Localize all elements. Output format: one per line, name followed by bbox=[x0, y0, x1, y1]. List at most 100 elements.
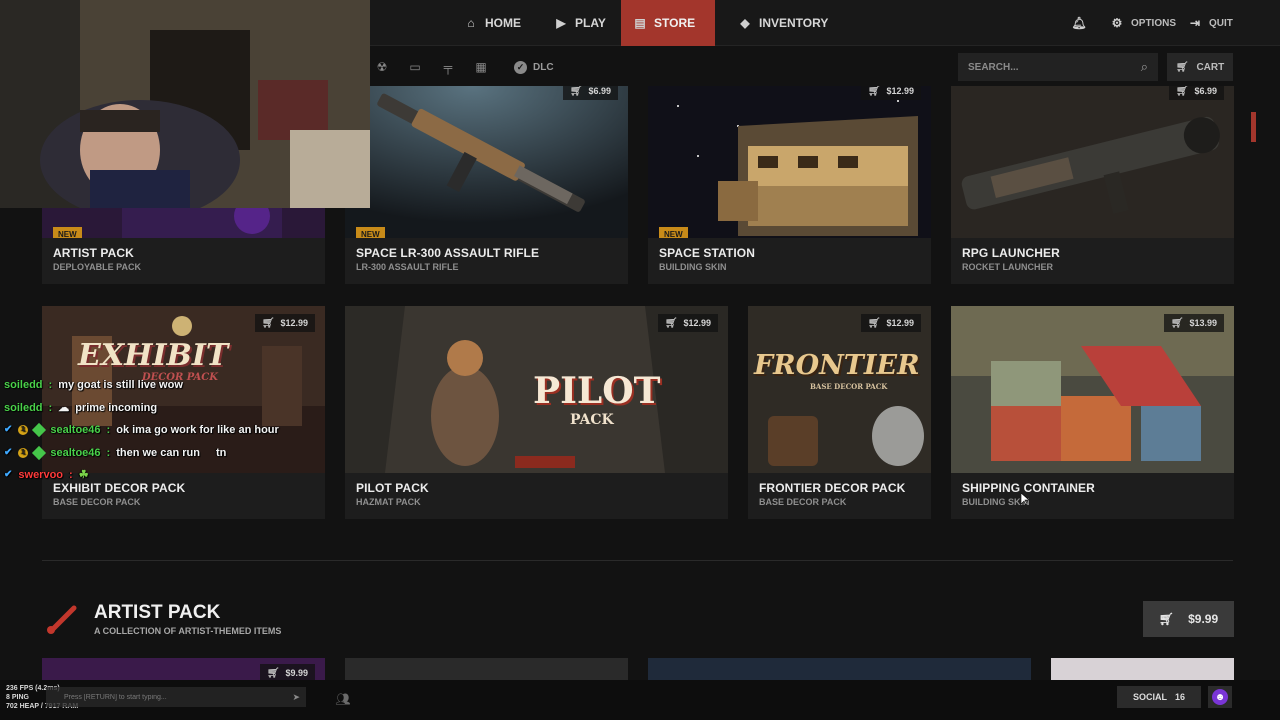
item-subtitle: BASE DECOR PACK bbox=[53, 497, 141, 507]
cart-icon: 🛒︎ bbox=[266, 667, 280, 679]
art-logo-text: EXHIBIT bbox=[78, 338, 229, 373]
emote-icon: ☁ bbox=[58, 401, 70, 414]
filter-box-icon[interactable]: ▭ bbox=[402, 56, 428, 78]
price-tag: 🛒︎ $12.99 bbox=[860, 86, 921, 100]
item-subtitle: LR-300 ASSAULT RIFLE bbox=[356, 262, 459, 272]
cart-icon: 🛒︎ bbox=[1158, 612, 1175, 626]
chat-message: ✔ 1 sealtoe46: ok ima go work for like a… bbox=[4, 419, 279, 442]
chat-username: sealtoe46 bbox=[50, 446, 101, 459]
buy-pack-button[interactable]: 🛒︎ $9.99 bbox=[1143, 601, 1234, 637]
buy-price: $9.99 bbox=[1188, 612, 1219, 626]
chat-username: swervoo bbox=[18, 469, 64, 481]
art-logo-text: PILOT bbox=[533, 370, 661, 412]
store-item-card[interactable] bbox=[648, 658, 1031, 680]
price-tag: 🛒︎ $6.99 bbox=[1168, 86, 1224, 100]
gem-badge-icon bbox=[32, 445, 47, 460]
nav-home-label: HOME bbox=[485, 16, 521, 30]
dlc-label: DLC bbox=[533, 61, 554, 73]
price-value: $12.99 bbox=[886, 86, 914, 96]
section-title: ARTIST PACK bbox=[94, 602, 221, 623]
chat-text: prime incoming bbox=[75, 401, 158, 414]
webcam-overlay bbox=[0, 0, 370, 208]
price-value: $6.99 bbox=[588, 86, 611, 96]
nav-play-label: PLAY bbox=[575, 16, 606, 30]
price-tag: 🛒︎ $13.99 bbox=[1163, 314, 1224, 332]
console-box: ➤ bbox=[46, 687, 306, 707]
item-title: SHIPPING CONTAINER bbox=[962, 481, 1095, 495]
store-item-card[interactable]: 🛒︎ $9.99 bbox=[42, 658, 325, 680]
verified-icon: ✔ bbox=[4, 424, 13, 435]
item-info: PILOT PACK HAZMAT PACK bbox=[345, 473, 728, 519]
nav-home[interactable]: ⌂ HOME bbox=[452, 0, 533, 46]
chat-text-extra: tn bbox=[215, 446, 227, 459]
social-count: 16 bbox=[1175, 692, 1186, 702]
cart-button[interactable]: 🛒︎ CART bbox=[1167, 53, 1233, 81]
console-input[interactable] bbox=[64, 693, 264, 701]
price-value: $13.99 bbox=[1189, 318, 1217, 328]
options-label: OPTIONS bbox=[1131, 17, 1177, 29]
notifications-button[interactable]: 🔔︎ bbox=[1060, 0, 1098, 46]
gem-badge-icon bbox=[32, 423, 47, 438]
art-logo-text: FRONTIER bbox=[754, 350, 920, 381]
cart-icon: 🛒︎ bbox=[867, 86, 881, 97]
store-item-card[interactable] bbox=[345, 658, 628, 680]
store-item-card[interactable]: 🛒︎ $6.99 RPG LAUNCHER ROCKET LAUNCHER bbox=[951, 86, 1234, 284]
section-subtitle: A COLLECTION OF ARTIST-THEMED ITEMS bbox=[94, 626, 282, 636]
chat-username: soiledd bbox=[4, 401, 43, 414]
emote-icon: ☘ bbox=[78, 469, 89, 481]
store-item-card[interactable]: 🛒︎ $12.99 NEW SPACE STATION BUILDING SKI… bbox=[648, 86, 931, 284]
item-subtitle: HAZMAT PACK bbox=[356, 497, 421, 507]
group-icon[interactable]: 👥︎ bbox=[330, 688, 356, 710]
dlc-filter[interactable]: ✓ DLC bbox=[514, 56, 554, 78]
send-icon[interactable]: ➤ bbox=[292, 692, 300, 703]
search-box: ⌕ bbox=[958, 53, 1158, 81]
avatar[interactable]: ☻ bbox=[1208, 686, 1232, 708]
cart-icon: 🛒︎ bbox=[569, 86, 583, 97]
nav-play[interactable]: ▶ PLAY bbox=[542, 0, 618, 46]
price-value: $9.99 bbox=[285, 668, 308, 678]
filter-weapon-icon[interactable]: ╤ bbox=[435, 56, 461, 78]
sub-badge-icon: 1 bbox=[18, 447, 29, 458]
store-item-card[interactable]: 🛒︎ $6.99 NEW SPACE LR-300 ASSAULT RIFLE … bbox=[345, 86, 628, 284]
item-info: SPACE STATION BUILDING SKIN bbox=[648, 238, 931, 284]
item-info: SHIPPING CONTAINER BUILDING SKIN bbox=[951, 473, 1234, 519]
quit-button[interactable]: ⇥ QUIT bbox=[1176, 0, 1245, 46]
store-item-card[interactable] bbox=[1051, 658, 1234, 680]
store-item-card[interactable]: PILOT PACK 🛒︎ $12.99 PILOT PACK HAZMAT P… bbox=[345, 306, 728, 519]
search-icon[interactable]: ⌕ bbox=[1141, 59, 1148, 75]
price-value: $12.99 bbox=[683, 318, 711, 328]
item-subtitle: ROCKET LAUNCHER bbox=[962, 262, 1053, 272]
art-logo-subtext: PACK bbox=[570, 412, 614, 428]
item-subtitle: BASE DECOR PACK bbox=[759, 497, 847, 507]
search-input[interactable] bbox=[968, 61, 1118, 73]
options-button[interactable]: ⚙ OPTIONS bbox=[1098, 0, 1188, 46]
chat-message: soiledd: my goat is still live wow bbox=[4, 374, 279, 397]
item-image bbox=[951, 86, 1234, 238]
check-icon: ✓ bbox=[514, 60, 527, 74]
item-image bbox=[648, 86, 931, 238]
gear-icon: ⚙ bbox=[1111, 16, 1123, 30]
social-button[interactable]: SOCIAL 16 bbox=[1117, 686, 1201, 708]
cart-icon: 🛒︎ bbox=[867, 317, 881, 329]
item-info: ARTIST PACK DEPLOYABLE PACK bbox=[42, 238, 325, 284]
cart-icon: 🛒︎ bbox=[1175, 61, 1189, 73]
play-icon: ▶ bbox=[556, 16, 566, 30]
chat-text: then we can run bbox=[116, 446, 200, 459]
store-item-card[interactable]: FRONTIER BASE DECOR PACK 🛒︎ $12.99 FRONT… bbox=[748, 306, 931, 519]
filter-grid-icon[interactable]: ▦ bbox=[468, 56, 494, 78]
art-logo-subtext: BASE DECOR PACK bbox=[810, 382, 888, 391]
nav-inventory[interactable]: ◆ INVENTORY bbox=[726, 0, 840, 46]
item-title: RPG LAUNCHER bbox=[962, 246, 1060, 260]
mouse-cursor-icon bbox=[1021, 493, 1029, 505]
price-tag: 🛒︎ $12.99 bbox=[860, 314, 921, 332]
scrollbar-thumb[interactable] bbox=[1251, 112, 1256, 142]
item-info: RPG LAUNCHER ROCKET LAUNCHER bbox=[951, 238, 1234, 284]
filter-radiation-icon[interactable]: ☢ bbox=[369, 56, 395, 78]
item-title: PILOT PACK bbox=[356, 481, 429, 495]
verified-icon: ✔ bbox=[4, 469, 13, 480]
nav-store[interactable]: ▤ STORE bbox=[621, 0, 715, 46]
store-item-card[interactable]: 🛒︎ $13.99 SHIPPING CONTAINER BUILDING SK… bbox=[951, 306, 1234, 519]
chat-message: ✔ 1 sealtoe46: then we can run tn bbox=[4, 442, 279, 465]
chat-message: ✔ swervoo: ☘ bbox=[4, 464, 279, 487]
cart-icon: 🛒︎ bbox=[1175, 86, 1189, 97]
